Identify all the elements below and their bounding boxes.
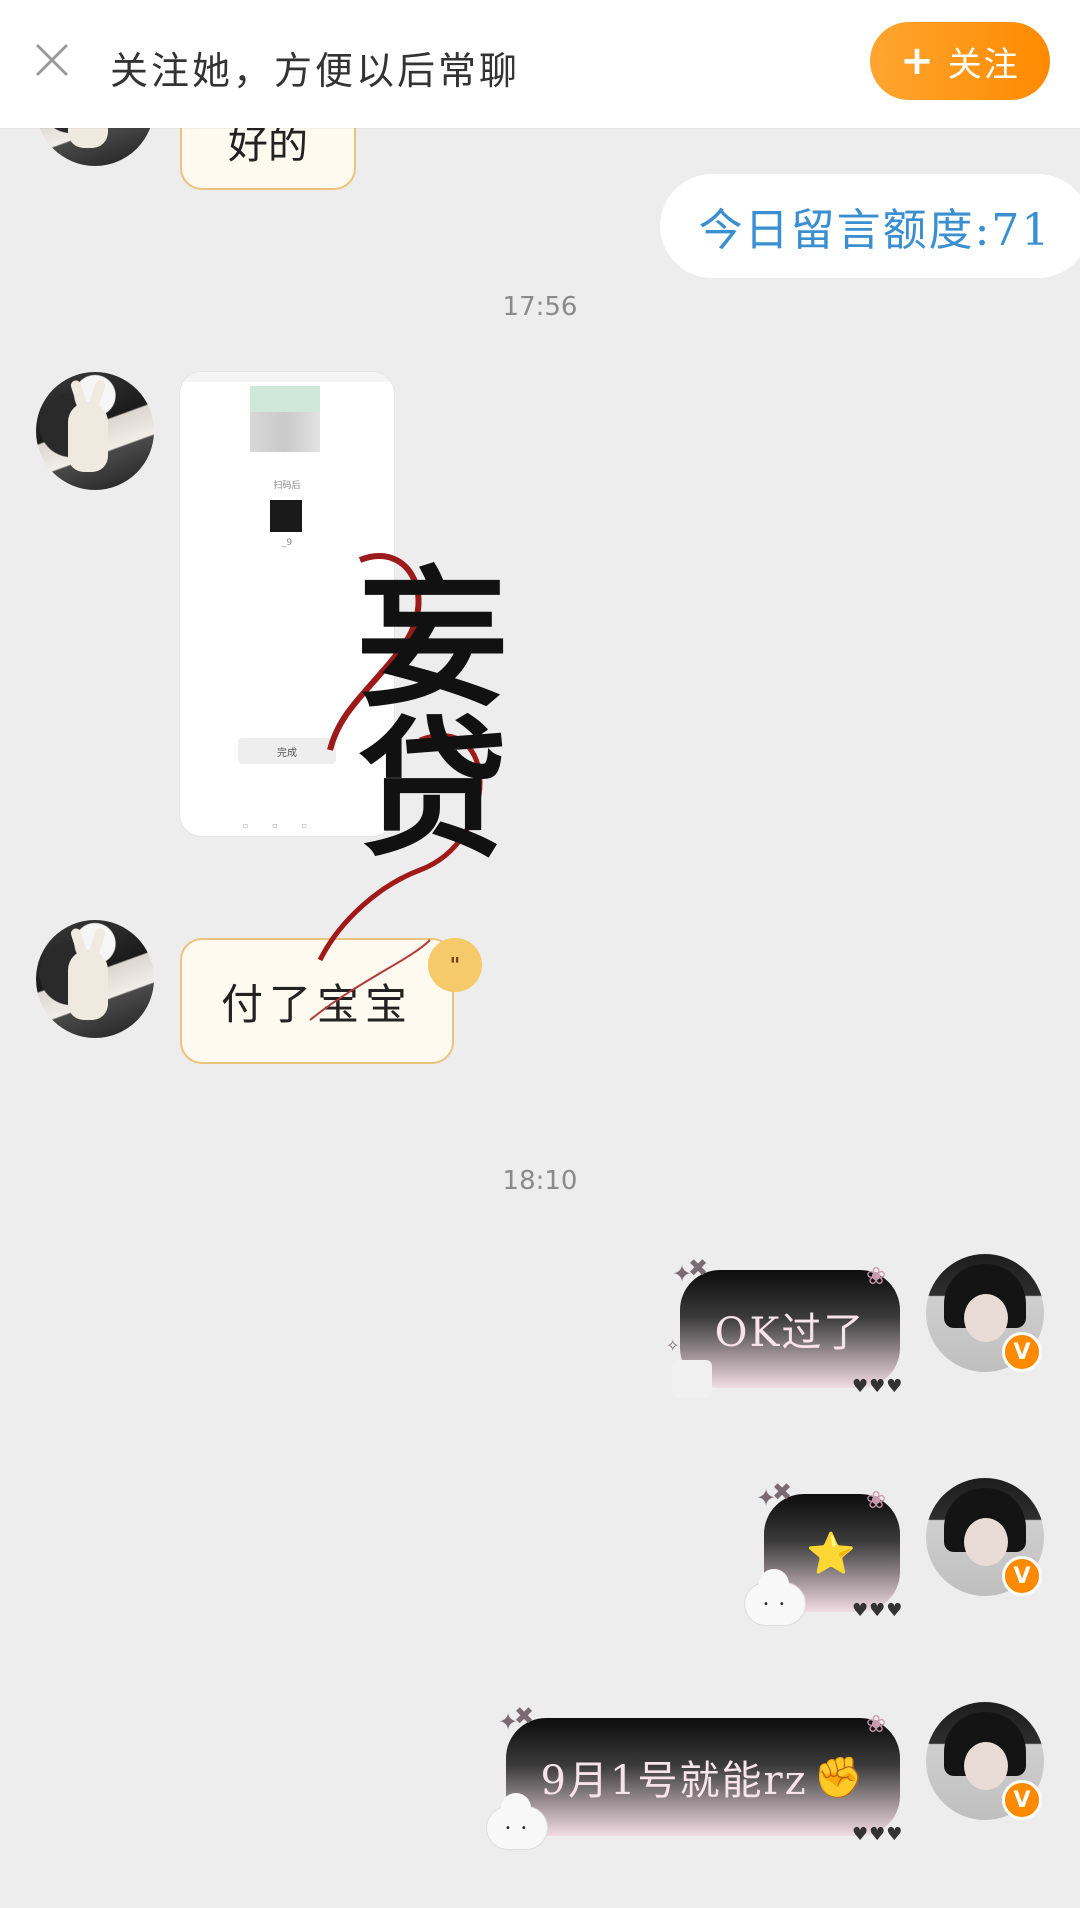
hearts-icon: ♥♥♥ xyxy=(852,1824,904,1845)
plus-icon: + xyxy=(900,38,936,84)
blurred-region xyxy=(250,412,320,452)
bow-icon: ❀ xyxy=(866,1262,887,1290)
hearts-icon: ♥♥♥ xyxy=(852,1600,904,1621)
message-bubble[interactable]: 付了宝宝 xyxy=(180,938,454,1064)
message-bubble[interactable]: 9月1号就能rz ✊ xyxy=(506,1718,900,1836)
bubble-sticker-icon: " xyxy=(428,938,482,992)
sticker-box-icon xyxy=(672,1360,712,1398)
follow-button[interactable]: + 关注 xyxy=(870,22,1050,100)
fist-emoji-icon: ✊ xyxy=(813,1754,866,1801)
quota-text: 今日留言额度:71 xyxy=(698,205,1052,256)
contact-avatar[interactable] xyxy=(36,372,154,490)
screenshot-statusbar xyxy=(180,372,394,382)
follow-prompt-bar: 关注她，方便以后常聊 + 关注 xyxy=(0,0,1080,128)
follow-prompt-text: 关注她，方便以后常聊 xyxy=(110,49,521,93)
message-quota-bubble: 今日留言额度:71 xyxy=(660,174,1080,278)
bow-icon: ❀ xyxy=(866,1486,887,1514)
blurred-region xyxy=(250,386,320,412)
message-text: 9月1号就能rz xyxy=(540,1758,808,1804)
image-message[interactable]: 扫码后 _9 完成 ▫▫▫ xyxy=(180,372,394,836)
verified-badge-icon: V xyxy=(1002,1780,1042,1820)
sparkle-icon: ✧ xyxy=(666,1336,680,1355)
cloud-sticker-icon: •• xyxy=(486,1793,548,1850)
timestamp: 18:10 xyxy=(502,1166,578,1196)
bandage-icon: ✖ xyxy=(688,1254,709,1282)
bow-icon: ❀ xyxy=(866,1710,887,1738)
screenshot-caption: _9 xyxy=(281,538,293,548)
follow-button-label: 关注 xyxy=(947,44,1020,85)
message-text: 付了宝宝 xyxy=(220,979,413,1029)
screenshot-caption: 扫码后 xyxy=(273,481,301,491)
screenshot-navbar: ▫▫▫ xyxy=(242,821,332,830)
cloud-sticker-icon: •• xyxy=(744,1569,806,1626)
close-icon[interactable] xyxy=(30,38,74,82)
hearts-icon: ♥♥♥ xyxy=(852,1376,904,1397)
contact-avatar[interactable] xyxy=(36,920,154,1038)
bandage-icon: ✖ xyxy=(514,1702,535,1730)
timestamp: 17:56 xyxy=(502,292,578,322)
qr-code-image xyxy=(270,500,302,532)
message-text: OK过了 xyxy=(714,1310,866,1356)
bandage-icon: ✖ xyxy=(772,1478,793,1506)
verified-badge-icon: V xyxy=(1002,1332,1042,1372)
screenshot-done-button: 完成 xyxy=(238,738,336,764)
star-emoji-icon: ⭐ xyxy=(806,1530,858,1577)
verified-badge-icon: V xyxy=(1002,1556,1042,1596)
